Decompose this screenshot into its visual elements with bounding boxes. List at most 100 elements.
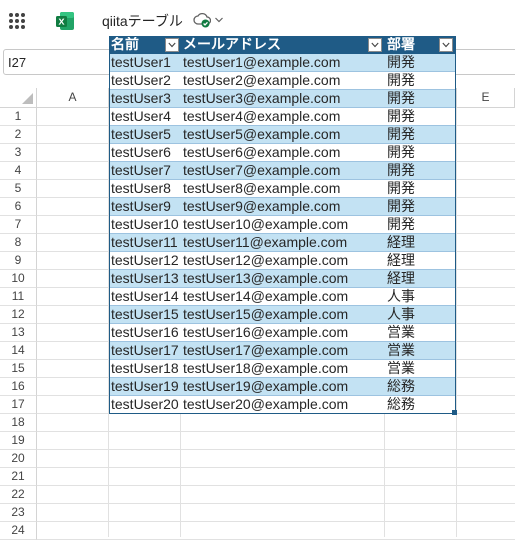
table-cell[interactable]: testUser18	[109, 360, 181, 378]
table-cell[interactable]: testUser19	[109, 378, 181, 396]
table-cell[interactable]: testUser10	[109, 216, 181, 234]
row-header-16[interactable]: 16	[0, 378, 37, 396]
table-cell[interactable]: 営業	[385, 342, 456, 360]
row-header-10[interactable]: 10	[0, 270, 37, 288]
row-header-12[interactable]: 12	[0, 306, 37, 324]
row-header-24[interactable]: 24	[0, 522, 37, 540]
table-cell[interactable]: testUser7@example.com	[181, 162, 385, 180]
table-cell[interactable]: testUser9	[109, 198, 181, 216]
table-cell[interactable]: testUser19@example.com	[181, 378, 385, 396]
document-title[interactable]: qiitaテーブル	[102, 11, 183, 31]
table-cell[interactable]: 開発	[385, 108, 456, 126]
row-header-15[interactable]: 15	[0, 360, 37, 378]
table-cell[interactable]: 営業	[385, 324, 456, 342]
row-header-19[interactable]: 19	[0, 432, 37, 450]
table-cell[interactable]: 人事	[385, 288, 456, 306]
filter-dropdown-button[interactable]	[439, 38, 453, 52]
table-cell[interactable]: testUser12@example.com	[181, 252, 385, 270]
table-cell[interactable]: testUser13	[109, 270, 181, 288]
table-cell[interactable]: testUser4@example.com	[181, 108, 385, 126]
row-header-11[interactable]: 11	[0, 288, 37, 306]
table-cell[interactable]: testUser14	[109, 288, 181, 306]
table-cell[interactable]: testUser7	[109, 162, 181, 180]
table-cell[interactable]: 総務	[385, 378, 456, 396]
row-header-20[interactable]: 20	[0, 450, 37, 468]
table-cell[interactable]: testUser6	[109, 144, 181, 162]
table-cell[interactable]: testUser15@example.com	[181, 306, 385, 324]
row-header-2[interactable]: 2	[0, 126, 37, 144]
table-cell[interactable]: testUser20@example.com	[181, 396, 385, 414]
row-header-22[interactable]: 22	[0, 486, 37, 504]
table-cell[interactable]: 経理	[385, 252, 456, 270]
table-cell[interactable]: testUser8@example.com	[181, 180, 385, 198]
table-cell[interactable]: testUser12	[109, 252, 181, 270]
table-cell[interactable]: 開発	[385, 216, 456, 234]
row-header-8[interactable]: 8	[0, 234, 37, 252]
table-cell[interactable]: 総務	[385, 396, 456, 414]
row-header-17[interactable]: 17	[0, 396, 37, 414]
table-cell[interactable]: 開発	[385, 72, 456, 90]
table-cell[interactable]: 経理	[385, 270, 456, 288]
row-header-21[interactable]: 21	[0, 468, 37, 486]
table-cell[interactable]: testUser4	[109, 108, 181, 126]
table-cell[interactable]: testUser9@example.com	[181, 198, 385, 216]
row-header-1[interactable]: 1	[0, 108, 37, 126]
cloud-saved-icon[interactable]	[193, 12, 211, 28]
table-cell[interactable]: testUser1	[109, 54, 181, 72]
table-cell[interactable]: testUser15	[109, 306, 181, 324]
table-cell[interactable]: 開発	[385, 126, 456, 144]
table-cell[interactable]: testUser16@example.com	[181, 324, 385, 342]
table-cell[interactable]: testUser5@example.com	[181, 126, 385, 144]
table-cell[interactable]: 経理	[385, 234, 456, 252]
table-cell[interactable]: 開発	[385, 144, 456, 162]
table-resize-handle[interactable]	[452, 410, 457, 415]
table-cell[interactable]: testUser8	[109, 180, 181, 198]
table-cell[interactable]: testUser20	[109, 396, 181, 414]
table-cell[interactable]: testUser14@example.com	[181, 288, 385, 306]
table-cell[interactable]: 営業	[385, 360, 456, 378]
table-row: testUser18 testUser18@example.com 営業	[109, 360, 456, 378]
gridline	[37, 521, 515, 522]
chevron-down-icon[interactable]	[214, 15, 224, 25]
table-cell[interactable]: 開発	[385, 198, 456, 216]
row-header-3[interactable]: 3	[0, 144, 37, 162]
column-header-e[interactable]: E	[457, 88, 515, 108]
table-cell[interactable]: testUser3	[109, 90, 181, 108]
table-cell[interactable]: testUser11@example.com	[181, 234, 385, 252]
row-header-14[interactable]: 14	[0, 342, 37, 360]
gridline	[37, 485, 515, 486]
table-cell[interactable]: testUser18@example.com	[181, 360, 385, 378]
row-header-6[interactable]: 6	[0, 198, 37, 216]
column-header-a[interactable]: A	[37, 88, 109, 108]
table-cell[interactable]: 開発	[385, 162, 456, 180]
table-cell[interactable]: testUser13@example.com	[181, 270, 385, 288]
table-cell[interactable]: testUser11	[109, 234, 181, 252]
table-header-cell[interactable]: メールアドレス	[181, 36, 385, 54]
table-cell[interactable]: 開発	[385, 180, 456, 198]
row-header-18[interactable]: 18	[0, 414, 37, 432]
table-cell[interactable]: 人事	[385, 306, 456, 324]
table-cell[interactable]: testUser17	[109, 342, 181, 360]
filter-dropdown-button[interactable]	[165, 38, 179, 52]
row-header-9[interactable]: 9	[0, 252, 37, 270]
table-cell[interactable]: 開発	[385, 54, 456, 72]
row-header-7[interactable]: 7	[0, 216, 37, 234]
select-all-button[interactable]	[0, 88, 37, 108]
app-launcher-icon[interactable]	[9, 13, 25, 29]
table-row: testUser8 testUser8@example.com 開発	[109, 180, 456, 198]
table-cell[interactable]: testUser2	[109, 72, 181, 90]
table-cell[interactable]: testUser3@example.com	[181, 90, 385, 108]
table-cell[interactable]: testUser17@example.com	[181, 342, 385, 360]
row-header-4[interactable]: 4	[0, 162, 37, 180]
table-cell[interactable]: testUser16	[109, 324, 181, 342]
table-cell[interactable]: 開発	[385, 90, 456, 108]
filter-dropdown-button[interactable]	[368, 38, 382, 52]
table-cell[interactable]: testUser6@example.com	[181, 144, 385, 162]
table-cell[interactable]: testUser2@example.com	[181, 72, 385, 90]
table-cell[interactable]: testUser5	[109, 126, 181, 144]
row-header-23[interactable]: 23	[0, 504, 37, 522]
row-header-13[interactable]: 13	[0, 324, 37, 342]
table-cell[interactable]: testUser1@example.com	[181, 54, 385, 72]
row-header-5[interactable]: 5	[0, 180, 37, 198]
table-cell[interactable]: testUser10@example.com	[181, 216, 385, 234]
